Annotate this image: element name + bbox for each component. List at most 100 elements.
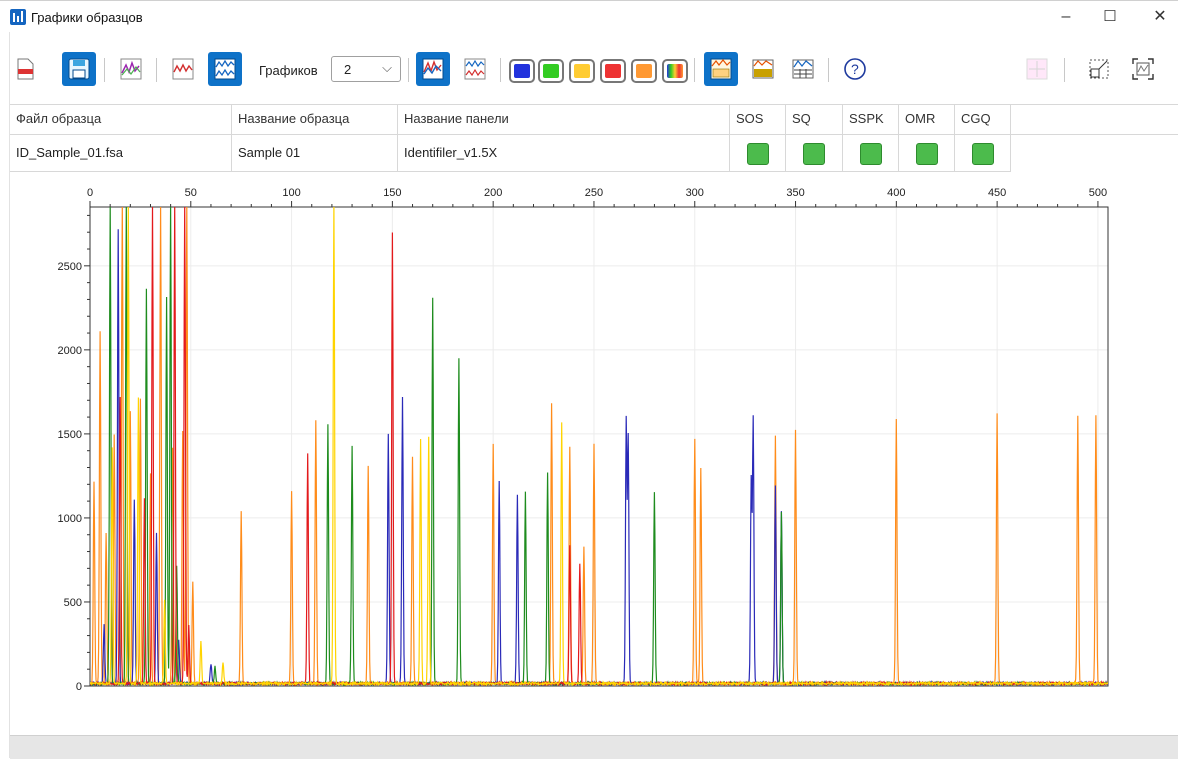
rainbow-swatch-icon [667,64,683,78]
cell-omr [899,135,955,171]
cell-panel: Identifiler_v1.5X [398,135,730,171]
colored-chart-icon [120,58,142,80]
column-header-sspk[interactable]: SSPK [843,105,899,134]
fit-to-window-button[interactable] [1126,52,1160,86]
sspk-status-indicator [860,143,882,165]
omr-status-indicator [916,143,938,165]
column-header-sample[interactable]: Название образца [232,105,398,134]
multi-color-chart-button[interactable] [114,52,148,86]
x-tick-label: 0 [87,187,93,199]
column-header-cgq[interactable]: CGQ [955,105,1011,134]
toolbar-separator [828,58,829,82]
stacked-chart-button[interactable] [208,52,242,86]
cell-sample: Sample 01 [232,135,398,171]
y-tick-label: 500 [64,597,82,609]
x-tick-label: 100 [282,187,300,199]
save-button[interactable] [62,52,96,86]
all-channels-toggle[interactable] [662,59,688,83]
grid-view-button[interactable] [786,52,820,86]
cell-file: ID_Sample_01.fsa [10,135,232,171]
x-tick-label: 400 [887,187,905,199]
blue-channel-toggle[interactable] [509,59,535,83]
x-tick-label: 50 [185,187,197,199]
maximize-button[interactable]: ☐ [1090,5,1130,29]
sos-status-indicator [747,143,769,165]
electropherogram-plot[interactable]: 0 50 100 150 200 250 300 350 400 450 500 0 500 1000 15… [10,176,1178,736]
plots-count-select[interactable]: 2 ⌵ [331,56,401,82]
table-row[interactable]: ID_Sample_01.fsa Sample 01 Identifiler_v… [10,135,1011,172]
cell-sos [730,135,786,171]
orange-swatch-icon [636,64,652,78]
trace-line [90,207,1108,686]
orange-channel-toggle[interactable] [631,59,657,83]
overlay-chart-button[interactable] [416,52,450,86]
column-header-sos[interactable]: SOS [730,105,786,134]
plots-count-value: 2 [344,62,352,77]
column-header-sq[interactable]: SQ [786,105,843,134]
pdf-export-button[interactable] [8,52,42,86]
status-bar [10,735,1178,759]
blue-swatch-icon [514,64,530,78]
chart-table-icon [710,58,732,80]
y-tick-label: 0 [76,681,82,693]
cgq-status-indicator [972,143,994,165]
x-tick-label: 250 [585,187,603,199]
column-header-file[interactable]: Файл образца [10,105,232,134]
zoom-region-button[interactable] [1082,52,1116,86]
yellow-swatch-icon [574,64,590,78]
x-tick-label: 450 [988,187,1006,199]
help-button[interactable]: ? [838,52,872,86]
yellow-channel-toggle[interactable] [569,59,595,83]
table-view-button[interactable] [746,52,780,86]
x-tick-label: 350 [786,187,804,199]
crosshair-icon [1026,58,1048,80]
y-tick-label: 1500 [58,429,82,441]
toolbar-separator [500,58,501,82]
fit-view-icon [1132,58,1154,80]
green-swatch-icon [543,64,559,78]
chart-table-view-button[interactable] [704,52,738,86]
plot-canvas[interactable]: 0 50 100 150 200 250 300 350 400 450 500 0 500 1000 15… [10,176,1178,736]
crosshair-button[interactable] [1020,52,1054,86]
toolbar-separator [104,58,105,82]
red-channel-toggle[interactable] [600,59,626,83]
toolbar-separator [1064,58,1065,82]
help-icon: ? [844,58,866,80]
cell-sq [786,135,843,171]
overlay-chart-icon [422,58,444,80]
window-title: Графики образцов [31,10,143,25]
save-icon [68,58,90,80]
toolbar: Графиков 2 ⌵ ? [0,48,1178,94]
column-header-panel[interactable]: Название панели [398,105,730,134]
toolbar-separator [156,58,157,82]
cell-cgq [955,135,1011,171]
column-header-omr[interactable]: OMR [899,105,955,134]
separate-chart-icon [464,58,486,80]
title-bar: Графики образцов – ☐ ✕ [0,0,1178,32]
zoom-region-icon [1089,59,1109,79]
close-button[interactable]: ✕ [1140,5,1178,29]
grid-chart-icon [792,59,814,79]
toolbar-separator [408,58,409,82]
red-swatch-icon [605,64,621,78]
green-channel-toggle[interactable] [538,59,564,83]
red-trace-chart-button[interactable] [166,52,200,86]
x-tick-label: 300 [686,187,704,199]
red-chart-icon [172,58,194,80]
chevron-down-icon: ⌵ [382,60,392,75]
toolbar-separator [694,58,695,82]
x-tick-label: 200 [484,187,502,199]
y-tick-label: 2500 [58,261,82,273]
plots-count-label: Графиков [259,63,318,78]
minimize-button[interactable]: – [1046,5,1086,29]
table-header: Файл образца Название образца Название п… [10,104,1178,135]
stacked-chart-icon [214,58,236,80]
x-tick-label: 150 [383,187,401,199]
cell-sspk [843,135,899,171]
x-tick-label: 500 [1089,187,1107,199]
data-table-icon [752,59,774,79]
separate-chart-button[interactable] [458,52,492,86]
y-tick-label: 2000 [58,345,82,357]
help-glyph: ? [851,61,859,77]
sq-status-indicator [803,143,825,165]
